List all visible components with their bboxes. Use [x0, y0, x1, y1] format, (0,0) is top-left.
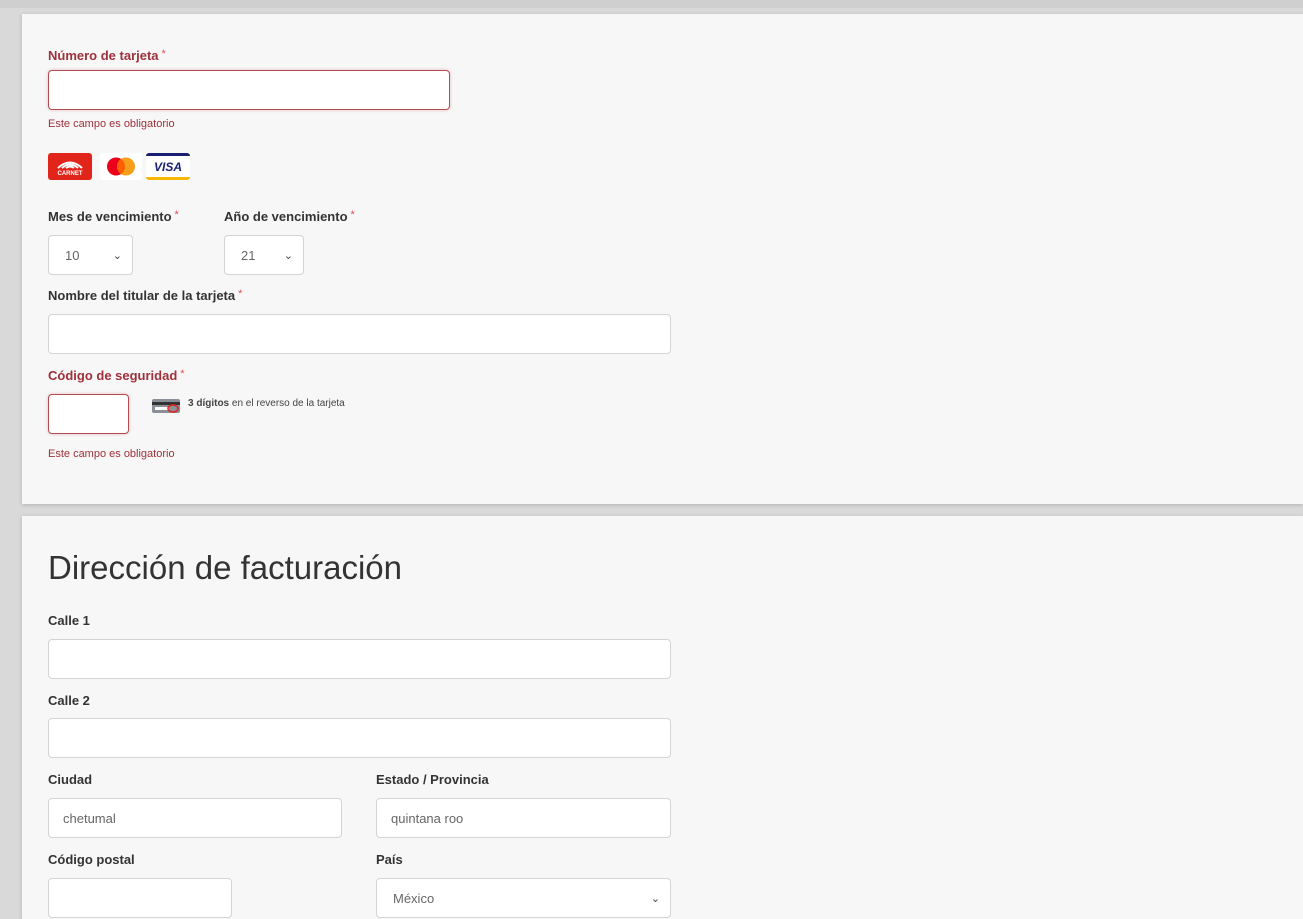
- exp-year-label: Año de vencimiento *: [224, 209, 355, 224]
- street2-label: Calle 2: [48, 693, 90, 708]
- card-number-error: Este campo es obligatorio: [48, 118, 175, 130]
- security-code-error: Este campo es obligatorio: [48, 448, 175, 460]
- exp-year-value: 21: [241, 247, 256, 263]
- billing-panel: Dirección de facturación Calle 1 Calle 2…: [22, 516, 1303, 919]
- city-input[interactable]: [48, 798, 342, 838]
- security-code-hint: 3 dígitos en el reverso de la tarjeta: [188, 398, 345, 409]
- required-marker: *: [238, 288, 243, 300]
- mastercard-icon: [100, 153, 142, 180]
- exp-month-select[interactable]: 10 ⌄: [48, 235, 133, 275]
- billing-title: Dirección de facturación: [48, 549, 403, 586]
- exp-month-value: 10: [65, 247, 80, 263]
- required-marker: *: [161, 48, 166, 60]
- visa-icon: VISA: [146, 153, 190, 180]
- chevron-down-icon: ⌄: [112, 249, 122, 262]
- country-label: País: [376, 852, 403, 867]
- city-label: Ciudad: [48, 772, 93, 787]
- required-marker: *: [180, 368, 185, 380]
- card-back-icon: [152, 398, 182, 414]
- chevron-down-icon: ⌄: [283, 249, 293, 262]
- postal-code-label: Código postal: [48, 852, 135, 867]
- required-marker: *: [350, 209, 355, 221]
- state-input[interactable]: [376, 798, 671, 838]
- card-number-input[interactable]: [48, 70, 450, 110]
- postal-code-input[interactable]: [48, 878, 232, 918]
- country-value: México: [393, 890, 435, 906]
- state-label: Estado / Provincia: [376, 772, 489, 787]
- top-bar: [0, 0, 1303, 8]
- card-number-label: Número de tarjeta *: [48, 48, 166, 63]
- street1-input[interactable]: [48, 639, 671, 679]
- carnet-card-icon: CARNET: [48, 153, 92, 180]
- security-code-label: Código de seguridad *: [48, 368, 185, 383]
- visa-text: VISA: [153, 160, 182, 174]
- security-code-input[interactable]: [48, 394, 129, 434]
- required-marker: *: [174, 209, 179, 221]
- street2-input[interactable]: [48, 718, 671, 758]
- exp-year-select[interactable]: 21 ⌄: [224, 235, 304, 275]
- exp-month-label: Mes de vencimiento *: [48, 209, 179, 224]
- holder-name-label: Nombre del titular de la tarjeta *: [48, 288, 243, 303]
- carnet-text: CARNET: [57, 171, 83, 177]
- country-select[interactable]: México ⌄: [376, 878, 671, 918]
- payment-panel: Número de tarjeta * Este campo es obligat…: [22, 14, 1303, 504]
- holder-name-input[interactable]: [48, 314, 671, 354]
- chevron-down-icon: ⌄: [650, 892, 660, 905]
- street1-label: Calle 1: [48, 613, 90, 628]
